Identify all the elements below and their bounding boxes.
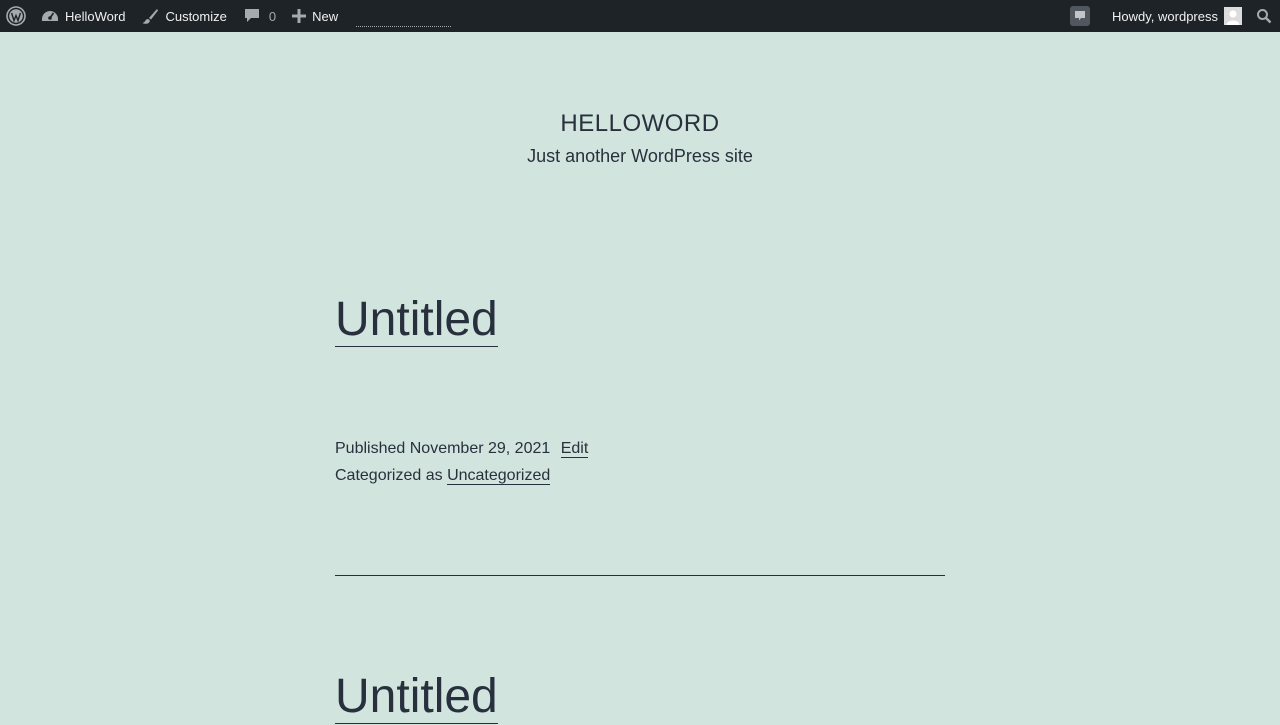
category-link[interactable]: Uncategorized xyxy=(447,467,551,485)
posted-on: Published November 29, 2021 Edit xyxy=(335,435,945,462)
comments-count: 0 xyxy=(268,8,277,24)
post-title: Untitled xyxy=(335,292,945,348)
site-name-label: HelloWord xyxy=(65,8,126,24)
new-content-menu[interactable]: New xyxy=(284,0,346,32)
admin-bar-search-button[interactable] xyxy=(1250,0,1280,32)
customize-label: Customize xyxy=(165,8,227,24)
post-separator xyxy=(335,575,945,576)
post-entry: Untitled Published November 29, 2021 Edi… xyxy=(335,292,945,489)
wordpress-logo-icon xyxy=(6,6,26,26)
published-label: Published xyxy=(335,440,406,457)
admin-bar-placeholder-item[interactable] xyxy=(356,0,452,32)
post-date: November 29, 2021 xyxy=(409,440,551,457)
notification-icon[interactable] xyxy=(1070,6,1091,26)
avatar xyxy=(1224,7,1242,25)
customize-link[interactable]: Customize xyxy=(133,0,234,32)
new-label: New xyxy=(312,8,339,24)
howdy-label: Howdy, wordpress xyxy=(1112,8,1218,24)
post-categories: Categorized as Uncategorized xyxy=(335,462,945,489)
dashboard-icon xyxy=(41,7,59,25)
paintbrush-icon xyxy=(141,7,159,25)
admin-bar-right: Howdy, wordpress xyxy=(1070,0,1280,32)
categorized-label: Categorized as xyxy=(335,467,443,484)
site-name-menu[interactable]: HelloWord xyxy=(33,0,133,32)
post-title-link[interactable]: Untitled xyxy=(335,670,498,724)
edit-link[interactable]: Edit xyxy=(560,440,589,458)
post-entry: Untitled xyxy=(335,669,945,725)
search-icon xyxy=(1256,8,1272,24)
my-account-menu[interactable]: Howdy, wordpress xyxy=(1104,0,1250,32)
wordpress-logo-menu[interactable] xyxy=(0,0,33,32)
post-title: Untitled xyxy=(335,669,945,725)
post-meta: Published November 29, 2021 Edit Categor… xyxy=(335,435,945,489)
site-description: Just another WordPress site xyxy=(527,146,753,166)
plus-icon xyxy=(292,9,307,23)
site-title[interactable]: HELLOWORD xyxy=(0,108,1280,140)
comments-link[interactable]: 0 xyxy=(235,0,284,32)
site-header: HELLOWORD Just another WordPress site xyxy=(0,108,1280,168)
post-title-link[interactable]: Untitled xyxy=(335,293,498,347)
admin-bar-left: HelloWord Customize 0 New xyxy=(0,0,452,32)
admin-bar: HelloWord Customize 0 New Howdy, wordpre… xyxy=(0,0,1280,32)
comment-bubble-icon xyxy=(243,7,261,25)
